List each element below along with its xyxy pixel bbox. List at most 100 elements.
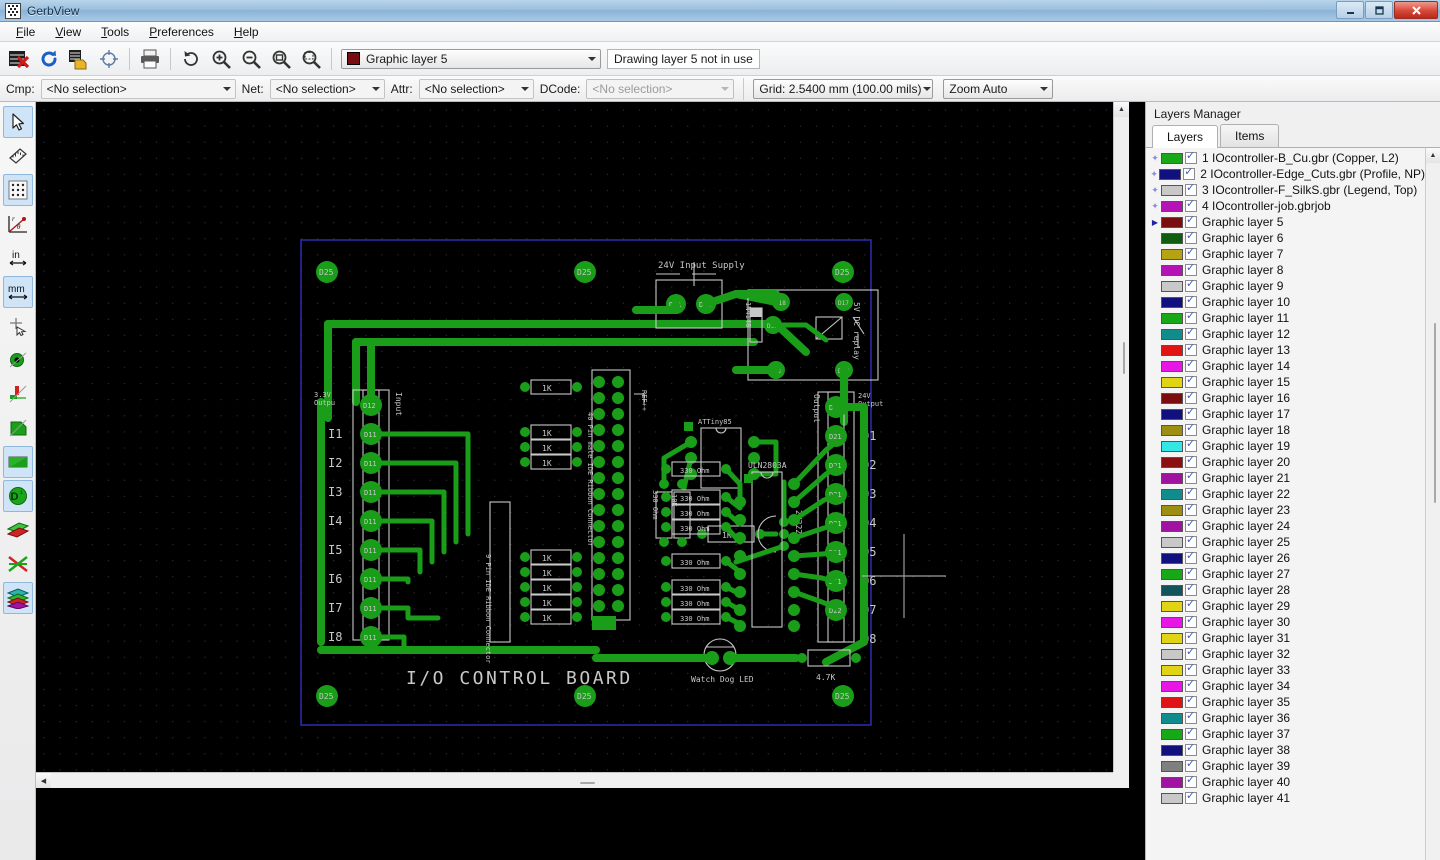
layer-visibility-checkbox[interactable] bbox=[1185, 792, 1197, 804]
layer-row[interactable]: Graphic layer 15 bbox=[1146, 374, 1425, 390]
layer-row[interactable]: Graphic layer 17 bbox=[1146, 406, 1425, 422]
layer-color-swatch[interactable] bbox=[1161, 729, 1183, 740]
polar-coords-icon[interactable]: r θ bbox=[3, 208, 33, 240]
layer-row[interactable]: Graphic layer 7 bbox=[1146, 246, 1425, 262]
layer-visibility-checkbox[interactable] bbox=[1185, 152, 1197, 164]
layer-color-swatch[interactable] bbox=[1161, 553, 1183, 564]
layer-color-swatch[interactable] bbox=[1161, 297, 1183, 308]
layer-row[interactable]: Graphic layer 8 bbox=[1146, 262, 1425, 278]
layer-row[interactable]: Graphic layer 32 bbox=[1146, 646, 1425, 662]
layer-visibility-checkbox[interactable] bbox=[1185, 728, 1197, 740]
tab-items[interactable]: Items bbox=[1220, 124, 1279, 147]
zoom-in-icon[interactable] bbox=[207, 45, 235, 73]
layer-visibility-checkbox[interactable] bbox=[1185, 200, 1197, 212]
negative-objects-icon[interactable] bbox=[3, 446, 33, 478]
tab-layers[interactable]: Layers bbox=[1152, 125, 1218, 148]
layer-row[interactable]: ✦1 IOcontroller-B_Cu.gbr (Copper, L2) bbox=[1146, 150, 1425, 166]
layers-scroll-thumb[interactable] bbox=[1434, 323, 1436, 503]
layer-color-swatch[interactable] bbox=[1161, 249, 1183, 260]
layers-list[interactable]: ✦1 IOcontroller-B_Cu.gbr (Copper, L2)✦2 … bbox=[1146, 148, 1425, 860]
layer-color-swatch[interactable] bbox=[1161, 585, 1183, 596]
layer-visibility-checkbox[interactable] bbox=[1185, 712, 1197, 724]
layer-visibility-checkbox[interactable] bbox=[1185, 584, 1197, 596]
menu-preferences[interactable]: Preferences bbox=[139, 23, 224, 41]
menu-view[interactable]: View bbox=[45, 23, 91, 41]
layer-visibility-checkbox[interactable] bbox=[1185, 328, 1197, 340]
close-button[interactable] bbox=[1394, 1, 1438, 19]
layer-color-swatch[interactable] bbox=[1161, 601, 1183, 612]
flash-sketch-icon[interactable] bbox=[3, 344, 33, 376]
layer-color-swatch[interactable] bbox=[1161, 329, 1183, 340]
layer-color-swatch[interactable] bbox=[1161, 473, 1183, 484]
layer-visibility-checkbox[interactable] bbox=[1185, 520, 1197, 532]
grid-select[interactable]: Grid: 2.5400 mm (100.00 mils) bbox=[753, 79, 933, 99]
layer-row[interactable]: ✦4 IOcontroller-job.gbrjob bbox=[1146, 198, 1425, 214]
layer-row[interactable]: Graphic layer 18 bbox=[1146, 422, 1425, 438]
layer-visibility-checkbox[interactable] bbox=[1185, 424, 1197, 436]
layer-visibility-checkbox[interactable] bbox=[1185, 248, 1197, 260]
layer-visibility-checkbox[interactable] bbox=[1185, 232, 1197, 244]
highlight-item-icon[interactable] bbox=[95, 45, 123, 73]
layer-visibility-checkbox[interactable] bbox=[1185, 184, 1197, 196]
layer-visibility-checkbox[interactable] bbox=[1185, 216, 1197, 228]
active-layer-select[interactable]: Graphic layer 5 bbox=[341, 49, 601, 69]
layer-color-swatch[interactable] bbox=[1161, 777, 1183, 788]
layer-row[interactable]: Graphic layer 30 bbox=[1146, 614, 1425, 630]
canvas-horizontal-scrollbar[interactable]: ◀ ▶ bbox=[36, 772, 1129, 788]
layer-visibility-checkbox[interactable] bbox=[1185, 376, 1197, 388]
layer-visibility-checkbox[interactable] bbox=[1185, 536, 1197, 548]
layer-row[interactable]: Graphic layer 36 bbox=[1146, 710, 1425, 726]
layer-row[interactable]: Graphic layer 24 bbox=[1146, 518, 1425, 534]
print-icon[interactable] bbox=[136, 45, 164, 73]
select-cursor-icon[interactable] bbox=[3, 106, 33, 138]
zoom-select[interactable]: Zoom Auto bbox=[943, 79, 1053, 99]
refresh-icon[interactable] bbox=[177, 45, 205, 73]
menu-help[interactable]: Help bbox=[224, 23, 269, 41]
layer-row[interactable]: Graphic layer 34 bbox=[1146, 678, 1425, 694]
layer-visibility-checkbox[interactable] bbox=[1185, 568, 1197, 580]
layer-color-swatch[interactable] bbox=[1161, 697, 1183, 708]
zoom-out-icon[interactable] bbox=[237, 45, 265, 73]
cmp-select[interactable]: <No selection> bbox=[41, 79, 236, 99]
layer-color-swatch[interactable] bbox=[1161, 761, 1183, 772]
layer-row[interactable]: Graphic layer 12 bbox=[1146, 326, 1425, 342]
layer-visibility-checkbox[interactable] bbox=[1185, 760, 1197, 772]
zoom-area-icon[interactable] bbox=[297, 45, 325, 73]
measure-tool-icon[interactable] bbox=[3, 140, 33, 172]
layer-visibility-checkbox[interactable] bbox=[1185, 504, 1197, 516]
scroll-left-arrow[interactable]: ◀ bbox=[36, 773, 51, 788]
layer-row[interactable]: Graphic layer 6 bbox=[1146, 230, 1425, 246]
gerber-canvas[interactable]: .cu { stroke:#1a9e1a; fill:none; stroke-… bbox=[36, 102, 1129, 788]
layer-row[interactable]: Graphic layer 31 bbox=[1146, 630, 1425, 646]
polygons-sketch-icon[interactable] bbox=[3, 412, 33, 444]
layer-color-swatch[interactable] bbox=[1161, 233, 1183, 244]
chevron-down-icon[interactable] bbox=[368, 80, 384, 98]
layer-row[interactable]: Graphic layer 10 bbox=[1146, 294, 1425, 310]
layer-row[interactable]: Graphic layer 27 bbox=[1146, 566, 1425, 582]
layer-row[interactable]: ✦2 IOcontroller-Edge_Cuts.gbr (Profile, … bbox=[1146, 166, 1425, 182]
layer-row[interactable]: ▶Graphic layer 5 bbox=[1146, 214, 1425, 230]
layer-visibility-checkbox[interactable] bbox=[1185, 632, 1197, 644]
canvas-vertical-scrollbar[interactable]: ▲ ▼ bbox=[1113, 102, 1129, 788]
layer-color-swatch[interactable] bbox=[1161, 681, 1183, 692]
layer-visibility-checkbox[interactable] bbox=[1185, 600, 1197, 612]
layer-row[interactable]: Graphic layer 33 bbox=[1146, 662, 1425, 678]
attr-select[interactable]: <No selection> bbox=[419, 79, 534, 99]
layers-manager-icon[interactable] bbox=[3, 582, 33, 614]
layer-visibility-checkbox[interactable] bbox=[1185, 744, 1197, 756]
layer-visibility-checkbox[interactable] bbox=[1185, 312, 1197, 324]
layer-row[interactable]: Graphic layer 16 bbox=[1146, 390, 1425, 406]
layer-color-swatch[interactable] bbox=[1161, 521, 1183, 532]
layer-color-swatch[interactable] bbox=[1159, 169, 1181, 180]
layer-color-swatch[interactable] bbox=[1161, 313, 1183, 324]
chevron-down-icon[interactable] bbox=[921, 80, 932, 98]
layer-visibility-checkbox[interactable] bbox=[1185, 280, 1197, 292]
minimize-button[interactable] bbox=[1336, 1, 1364, 19]
layer-visibility-checkbox[interactable] bbox=[1183, 168, 1195, 180]
layer-color-swatch[interactable] bbox=[1161, 201, 1183, 212]
layer-color-swatch[interactable] bbox=[1161, 409, 1183, 420]
layer-row[interactable]: ✦3 IOcontroller-F_SilkS.gbr (Legend, Top… bbox=[1146, 182, 1425, 198]
layer-row[interactable]: Graphic layer 23 bbox=[1146, 502, 1425, 518]
layer-color-swatch[interactable] bbox=[1161, 441, 1183, 452]
layer-visibility-checkbox[interactable] bbox=[1185, 440, 1197, 452]
